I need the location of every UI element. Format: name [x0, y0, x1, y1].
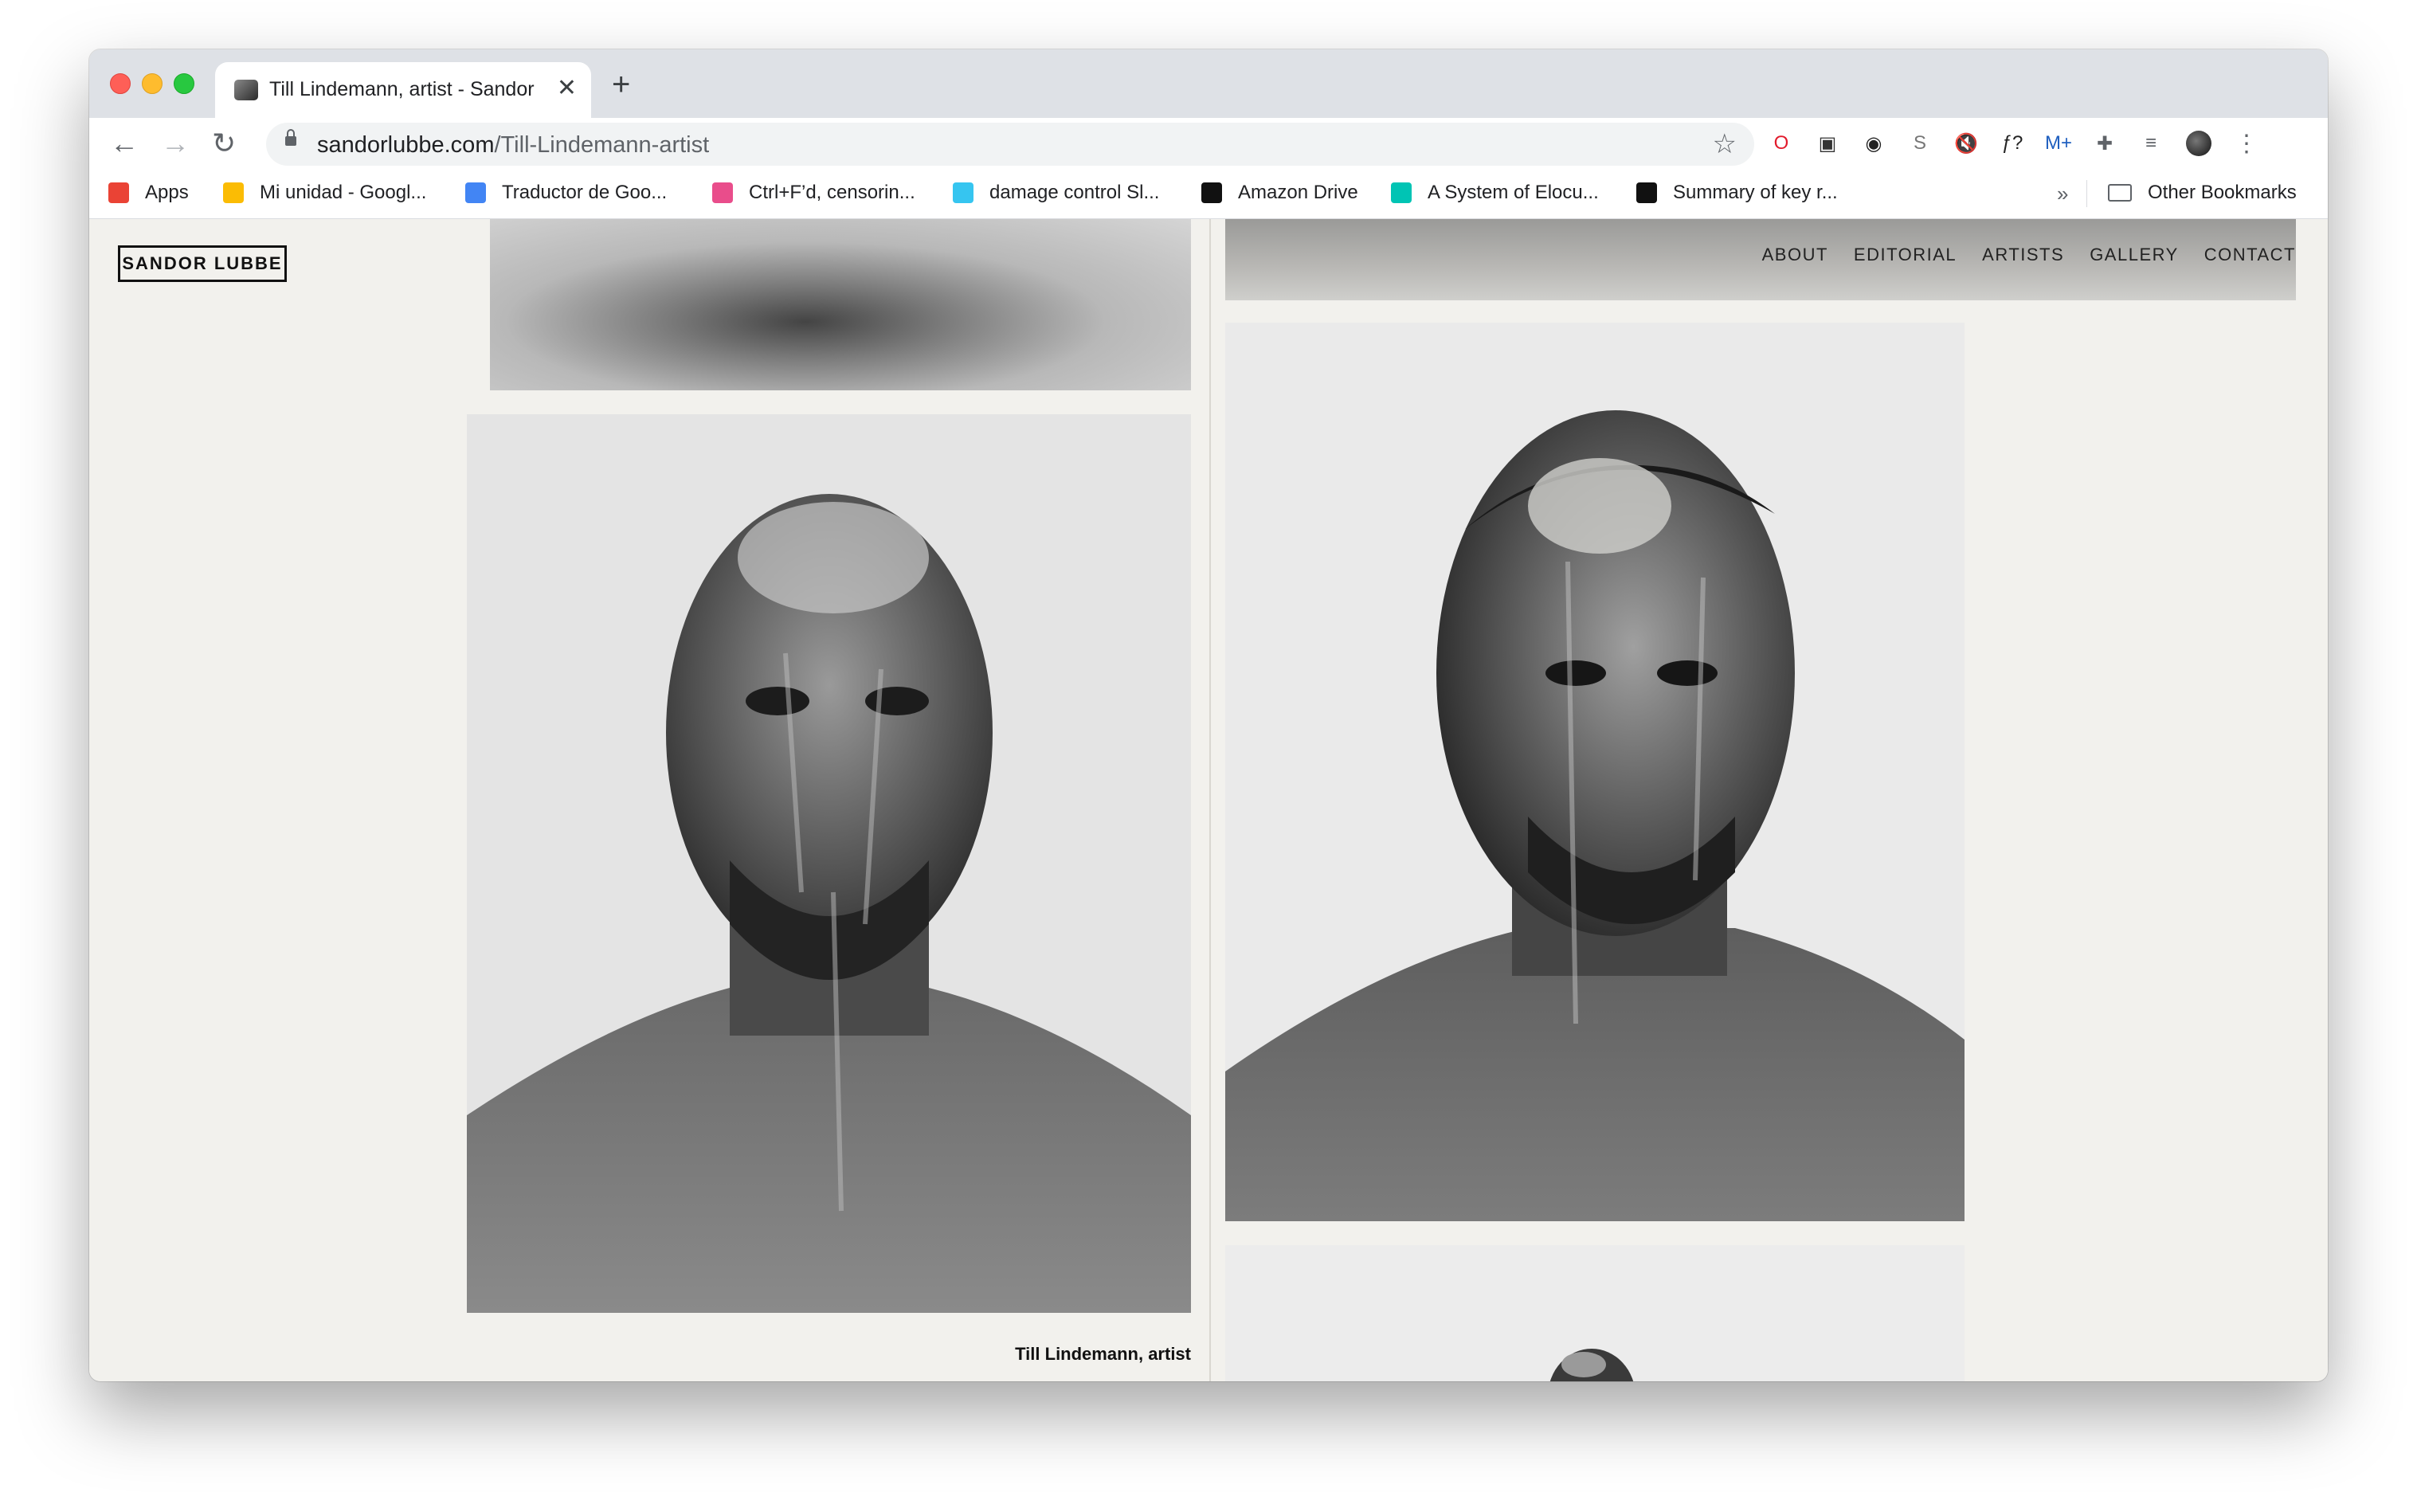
bookmark-label: Apps	[145, 182, 189, 203]
toolbar: ← → ↻ sandorlubbe.com/Till-Lindemann-art…	[89, 118, 2328, 169]
slack-icon	[953, 182, 973, 203]
movistar-icon[interactable]: M+	[2044, 129, 2073, 158]
google-drive-icon	[223, 182, 244, 203]
bookmark-item[interactable]: Apps	[108, 182, 189, 204]
photo-portrait-left[interactable]	[467, 414, 1191, 1313]
function-icon[interactable]: ƒ?	[1998, 129, 2027, 158]
amazon-icon	[1201, 182, 1222, 203]
portrait-bottom-illustration	[1225, 1245, 1965, 1381]
opera-icon[interactable]: O	[1767, 129, 1796, 158]
tab-title: Till Lindemann, artist - Sandor Lubbe	[269, 78, 540, 100]
close-icon[interactable]: ✕	[557, 76, 577, 100]
bookmark-label: Summary of key r...	[1673, 182, 1838, 203]
bookmark-label: damage control Sl...	[989, 182, 1160, 203]
bookmark-label: A System of Elocu...	[1428, 182, 1599, 203]
apps-grid-icon	[108, 182, 129, 203]
arrow-left-icon[interactable]: ←	[110, 126, 139, 161]
bookmark-item[interactable]: A System of Elocu...	[1391, 182, 1599, 204]
minimize-window-button[interactable]	[142, 73, 163, 94]
s-extension-icon[interactable]: S	[1906, 129, 1934, 158]
url-text[interactable]: sandorlubbe.com/Till-Lindemann-artist	[317, 132, 709, 159]
photo-portrait-right[interactable]	[1225, 323, 1965, 1221]
other-bookmarks-folder[interactable]: Other Bookmarks	[2108, 182, 2297, 204]
mute-icon[interactable]: 🔇	[1952, 129, 1980, 158]
bookmark-item[interactable]: Mi unidad - Googl...	[223, 182, 426, 204]
nav-about[interactable]: ABOUT	[1762, 245, 1828, 265]
profile-avatar[interactable]	[2184, 129, 2213, 158]
kebab-menu-icon[interactable]: ⋮	[2232, 129, 2261, 158]
lock-icon	[285, 129, 296, 146]
web-page: SANDOR LUBBE Till Lindemann, artist ABOU…	[89, 219, 2328, 1381]
bookmark-label: Ctrl+F’d, censorin...	[749, 182, 915, 203]
bookmarks-divider	[2086, 180, 2087, 207]
bookmarks-bar: Apps Mi unidad - Googl... Traductor de Goo…	[89, 169, 2328, 219]
bookmark-item[interactable]: Amazon Drive	[1201, 182, 1358, 204]
photo-chest-crop[interactable]	[490, 219, 1191, 390]
bookmark-label: Mi unidad - Googl...	[260, 182, 427, 203]
bookmark-item[interactable]: Summary of key r...	[1636, 182, 1838, 204]
url-path: /Till-Lindemann-artist	[494, 132, 710, 158]
bookmark-label: Traductor de Goo...	[502, 182, 668, 203]
photo-caption: Till Lindemann, artist	[1015, 1344, 1191, 1364]
portrait-left-illustration	[467, 414, 1191, 1313]
puzzle-icon[interactable]: ✚	[2090, 129, 2119, 158]
favicon-icon	[234, 80, 258, 100]
folder-icon	[2108, 184, 2132, 202]
bookmark-item[interactable]: damage control Sl...	[953, 182, 1159, 204]
compass-icon[interactable]: ◉	[1859, 129, 1888, 158]
plus-icon[interactable]: +	[612, 69, 630, 100]
other-bookmarks-label: Other Bookmarks	[2148, 182, 2297, 203]
bookmarks-overflow-button[interactable]: »	[2057, 182, 2068, 206]
google-translate-icon	[465, 182, 486, 203]
browser-window: Till Lindemann, artist - Sandor Lubbe ✕ …	[89, 49, 2328, 1381]
site-navigation: ABOUT EDITORIAL ARTISTS GALLERY CONTACT	[1762, 245, 2296, 265]
nav-editorial[interactable]: EDITORIAL	[1854, 245, 1957, 265]
bookmark-item[interactable]: Ctrl+F’d, censorin...	[712, 182, 915, 204]
nav-artists[interactable]: ARTISTS	[1982, 245, 2064, 265]
nav-contact[interactable]: CONTACT	[2204, 245, 2296, 265]
media-queue-icon[interactable]: ≡	[2137, 129, 2165, 158]
reload-icon[interactable]: ↻	[212, 126, 236, 161]
url-domain: sandorlubbe.com	[317, 132, 495, 158]
news-icon	[712, 182, 733, 203]
tab-strip: Till Lindemann, artist - Sandor Lubbe ✕ …	[89, 49, 2328, 118]
reader-icon[interactable]: ▣	[1813, 129, 1842, 158]
close-window-button[interactable]	[110, 73, 131, 94]
google-play-icon	[1391, 182, 1412, 203]
address-bar[interactable]: sandorlubbe.com/Till-Lindemann-artist ☆	[266, 123, 1754, 166]
nav-gallery[interactable]: GALLERY	[2090, 245, 2179, 265]
arrow-right-icon[interactable]: →	[161, 126, 190, 161]
bookmark-item[interactable]: Traductor de Goo...	[465, 182, 667, 204]
bookmark-label: Amazon Drive	[1238, 182, 1358, 203]
column-divider	[1209, 219, 1211, 1381]
tab-active[interactable]: Till Lindemann, artist - Sandor Lubbe ✕	[215, 62, 591, 118]
portrait-right-illustration	[1225, 323, 1965, 1221]
site-logo[interactable]: SANDOR LUBBE	[118, 245, 287, 282]
pt-icon	[1636, 182, 1657, 203]
photo-portrait-bottom[interactable]	[1225, 1245, 1965, 1381]
zoom-window-button[interactable]	[174, 73, 194, 94]
star-icon[interactable]: ☆	[1713, 129, 1737, 159]
